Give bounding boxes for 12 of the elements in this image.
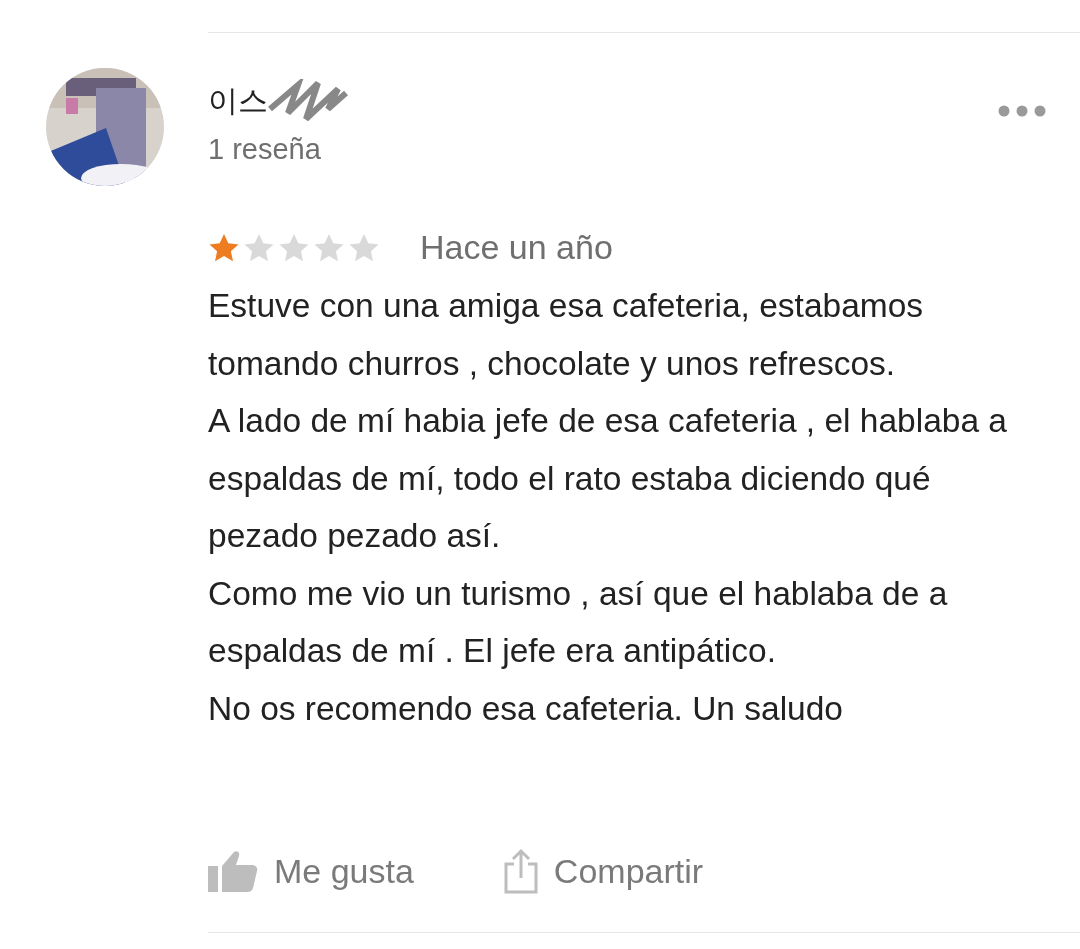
more-options-icon[interactable] bbox=[998, 105, 1046, 117]
review-count: 1 reseña bbox=[208, 133, 322, 166]
share-icon bbox=[503, 848, 538, 894]
thumbs-up-icon bbox=[208, 850, 258, 892]
review-date: Hace un año bbox=[420, 228, 613, 267]
share-button[interactable]: Compartir bbox=[503, 848, 704, 894]
review-text: Estuve con una amiga esa cafeteria, estabamos tomando churros , chocolate y unos refrescos. bbox=[208, 286, 925, 384]
author-name: 이스 bbox=[208, 82, 268, 119]
review-text: No os recomendo esa cafeteria. Un saludo bbox=[208, 688, 844, 729]
review-text: A lado de mí habia jefe de esa cafeteria , el hablaba a espaldas de mí, todo el rato estaba diciendo qué pezado pezado así. bbox=[208, 401, 1008, 556]
like-button[interactable]: Me gusta bbox=[208, 850, 414, 892]
review-text: Como me vio un turismo , así que el hablaba de a espaldas de mí . El jefe era antipático. bbox=[208, 573, 949, 671]
